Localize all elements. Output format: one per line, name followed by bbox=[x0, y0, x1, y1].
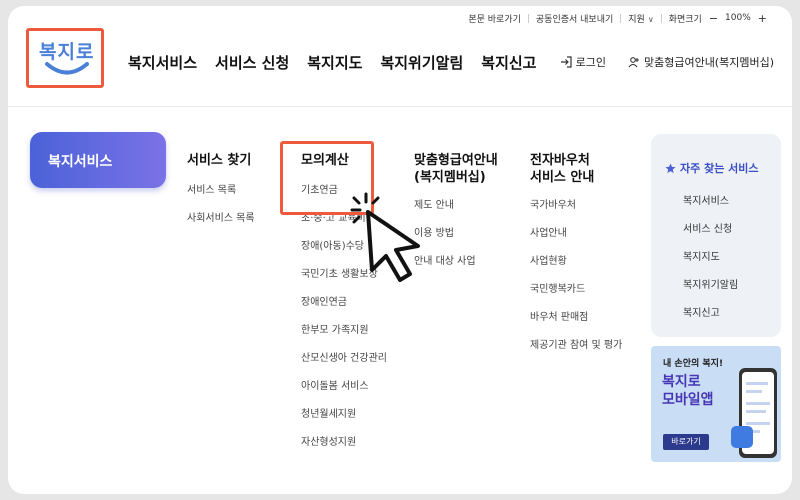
logo-link[interactable]: 복지로 bbox=[26, 28, 104, 88]
logo: 복지로 bbox=[39, 41, 95, 63]
banner-title: 복지로 모바일앱 bbox=[662, 374, 714, 408]
faq-item-welfare-report[interactable]: 복지신고 bbox=[683, 304, 738, 332]
faq-item-crisis-alert[interactable]: 복지위기알림 bbox=[683, 276, 738, 304]
divider bbox=[620, 13, 622, 23]
faq-panel: 자주 찾는 서비스 복지서비스 서비스 신청 복지지도 복지위기알림 복지신고 bbox=[651, 134, 781, 337]
menu-item-voucher-store[interactable]: 바우처 판매점 bbox=[530, 308, 622, 336]
login-button[interactable]: 로그인 bbox=[560, 54, 606, 70]
utility-bar: 본문 바로가기 공동인증서 내보내기 지원 ∨ 화면크기 − 100% + bbox=[468, 11, 774, 25]
nav-service-apply[interactable]: 서비스 신청 bbox=[215, 52, 289, 73]
column-title[interactable]: 서비스 찾기 bbox=[187, 152, 255, 169]
divider bbox=[527, 13, 529, 23]
menu-item-single-parent[interactable]: 한부모 가족지원 bbox=[301, 321, 387, 349]
menu-item-youth-rent[interactable]: 청년월세지원 bbox=[301, 405, 387, 433]
main-nav: 복지서비스 서비스 신청 복지지도 복지위기알림 복지신고 bbox=[128, 52, 536, 73]
column-title[interactable]: 전자바우처 서비스 안내 bbox=[530, 152, 622, 186]
nav-welfare-service[interactable]: 복지서비스 bbox=[128, 52, 197, 73]
support-label: 지원 bbox=[628, 14, 645, 25]
menu-item-childcare[interactable]: 아이돌봄 서비스 bbox=[301, 377, 387, 405]
menu-item-provider-evaluation[interactable]: 제공기관 참여 및 평가 bbox=[530, 336, 622, 364]
skip-to-content-link[interactable]: 본문 바로가기 bbox=[468, 12, 521, 25]
banner-tagline: 내 손안의 복지! bbox=[663, 359, 724, 369]
menu-item-happiness-card[interactable]: 국민행복카드 bbox=[530, 280, 622, 308]
support-dropdown[interactable]: 지원 ∨ bbox=[628, 12, 653, 25]
custom-benefit-label: 맞춤형급여안내(복지멤버십) bbox=[643, 56, 774, 69]
nav-crisis-alert[interactable]: 복지위기알림 bbox=[380, 52, 463, 73]
login-icon bbox=[560, 56, 572, 68]
app-logo-icon bbox=[731, 426, 753, 448]
zoom-in-button[interactable]: + bbox=[758, 12, 767, 25]
chevron-down-icon: ∨ bbox=[647, 14, 654, 24]
menu-item-program-guide[interactable]: 사업안내 bbox=[530, 224, 622, 252]
browser-viewport: 본문 바로가기 공동인증서 내보내기 지원 ∨ 화면크기 − 100% + 복지로… bbox=[8, 6, 792, 494]
nav-welfare-report[interactable]: 복지신고 bbox=[481, 52, 536, 73]
mobile-app-banner[interactable]: 내 손안의 복지! 복지로 모바일앱 바로가기 bbox=[651, 346, 781, 462]
zoom-label: 화면크기 bbox=[668, 14, 702, 25]
side-menu-label: 복지서비스 bbox=[48, 154, 113, 170]
side-menu-active[interactable]: 복지서비스 bbox=[30, 132, 166, 188]
menu-column-e-voucher: 전자바우처 서비스 안내 국가바우처 사업안내 사업현황 국민행복카드 바우처 … bbox=[530, 152, 622, 364]
menu-column-service-find: 서비스 찾기 서비스 목록 사회서비스 목록 bbox=[187, 152, 255, 237]
faq-title: 자주 찾는 서비스 bbox=[665, 160, 759, 176]
cert-export-link[interactable]: 공동인증서 내보내기 bbox=[536, 12, 613, 25]
menu-item-national-voucher[interactable]: 국가바우처 bbox=[530, 196, 622, 224]
login-label: 로그인 bbox=[575, 56, 606, 69]
menu-item-program-status[interactable]: 사업현황 bbox=[530, 252, 622, 280]
faq-item-welfare-map[interactable]: 복지지도 bbox=[683, 248, 738, 276]
zoom-out-button[interactable]: − bbox=[709, 12, 718, 25]
menu-item-disability-pension[interactable]: 장애인연금 bbox=[301, 293, 387, 321]
menu-item-asset-building[interactable]: 자산형성지원 bbox=[301, 433, 387, 461]
faq-title-label: 자주 찾는 서비스 bbox=[680, 162, 759, 175]
header-divider bbox=[8, 106, 792, 107]
menu-item-social-service-list[interactable]: 사회서비스 목록 bbox=[187, 209, 255, 237]
banner-go-button[interactable]: 바로가기 bbox=[663, 434, 709, 450]
zoom-value: 100% bbox=[725, 13, 751, 23]
menu-item-maternal-care[interactable]: 산모신생아 건강관리 bbox=[301, 349, 387, 377]
column-title[interactable]: 맞춤형급여안내 (복지멤버십) bbox=[414, 152, 498, 186]
smile-logo-icon bbox=[45, 62, 89, 75]
divider bbox=[660, 13, 662, 23]
nav-welfare-map[interactable]: 복지지도 bbox=[307, 52, 362, 73]
user-plus-icon bbox=[628, 57, 639, 68]
faq-item-service-apply[interactable]: 서비스 신청 bbox=[683, 220, 738, 248]
click-cursor-icon bbox=[350, 192, 420, 282]
star-icon bbox=[665, 162, 676, 173]
faq-item-welfare-service[interactable]: 복지서비스 bbox=[683, 192, 738, 220]
custom-benefit-link[interactable]: 맞춤형급여안내(복지멤버십) bbox=[628, 54, 774, 70]
header-actions: 로그인 맞춤형급여안내(복지멤버십) bbox=[560, 54, 774, 70]
menu-item-service-list[interactable]: 서비스 목록 bbox=[187, 181, 255, 209]
